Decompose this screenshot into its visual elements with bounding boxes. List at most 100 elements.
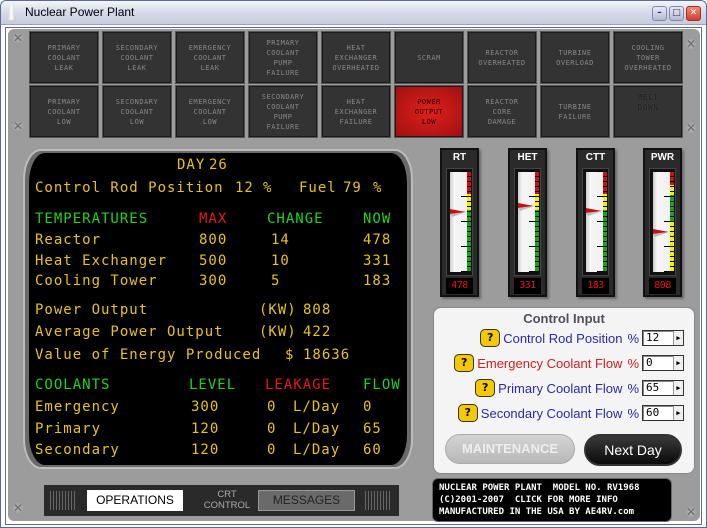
gauge-tick (535, 241, 539, 242)
gauge-tick (670, 186, 674, 187)
gauge-tube (649, 168, 676, 276)
alarm-light: Secondary Coolant Low (102, 85, 172, 138)
nameplate-line: (C)2001-2007 CLICK FOR MORE INFO (439, 495, 618, 505)
increment-arrow-icon[interactable]: ▶ (673, 356, 683, 370)
window-title: Nuclear Power Plant (25, 5, 135, 19)
control-input-row: ? Primary Coolant Flow% 65 ▶ (475, 378, 684, 398)
maximize-button[interactable]: □ (669, 6, 684, 21)
maintenance-button[interactable]: MAINTENANCE (445, 434, 575, 464)
next-day-button[interactable]: Next Day (584, 434, 682, 466)
gauge-tick (603, 256, 607, 257)
gauge-tick (603, 176, 607, 177)
gauge-label: HET (517, 152, 538, 163)
coolant-row-leakage: 0 (267, 399, 277, 415)
increment-arrow-icon[interactable]: ▶ (673, 331, 683, 345)
nameplate-line: NUCLEAR POWER PLANT MODEL NO. RV1968 (439, 483, 640, 493)
increment-arrow-icon[interactable]: ▶ (673, 406, 683, 420)
flow-header: FLOW (363, 377, 401, 393)
energy-value: 18636 (303, 347, 351, 363)
control-rod-label: Control Rod Position (35, 180, 224, 196)
temperatures-header: TEMPERATURES (35, 211, 149, 227)
gauge-tick (603, 241, 607, 242)
gauge-tick (535, 266, 539, 267)
increment-arrow-icon[interactable]: ▶ (673, 381, 683, 395)
day-label: DAY (177, 157, 206, 173)
alarm-light: Heat Exchanger Overheated (321, 31, 391, 84)
value-stepper[interactable]: 0 ▶ (642, 355, 684, 371)
gauge-tick (670, 216, 674, 217)
alarm-light: Secondary Coolant Pump Failure (248, 85, 318, 138)
coolant-row-level: 120 (191, 420, 220, 437)
cooling-tower-icon (7, 5, 16, 20)
gauge-label: CTT (585, 152, 606, 163)
crt-display: DAY 26 Control Rod Position 12 % Fuel 79… (29, 153, 407, 465)
gauge-tick (461, 171, 471, 172)
gauge-tick (603, 251, 607, 252)
gauge-tick (603, 186, 607, 187)
power-output-unit: (KW) (259, 302, 297, 318)
help-button[interactable]: ? (457, 404, 478, 422)
coolant-row-name: Secondary (35, 442, 120, 458)
alarm-light: Turbine Overload (540, 31, 610, 84)
gauge-tick (670, 181, 674, 182)
grill-decoration (50, 491, 76, 510)
gauge-tick (603, 201, 607, 202)
gauge-tick (467, 206, 471, 207)
tab-operations[interactable]: OPERATIONS (87, 490, 183, 511)
minimize-button[interactable]: – (652, 6, 667, 21)
gauge-pointer (450, 209, 466, 217)
alarm-light: Power Output Low (394, 85, 464, 138)
percent-unit: % (627, 355, 639, 371)
gauge-tick (603, 266, 607, 267)
gauge-pointer (586, 208, 602, 216)
gauge-readout: 478 (446, 278, 473, 294)
gauge-tick (664, 171, 674, 172)
close-button[interactable]: ✕ (686, 6, 701, 21)
screw-icon: ✕ (684, 121, 698, 135)
leakage-header: LEAKAGE (265, 377, 332, 393)
temp-row-name: Reactor (35, 232, 102, 248)
avg-power-label: Average Power Output (35, 324, 224, 340)
gauge-tick (535, 206, 539, 207)
title-bar[interactable]: Nuclear Power Plant – □ ✕ (1, 1, 706, 25)
gauge-tick (603, 236, 607, 237)
change-header: CHANGE (267, 211, 324, 227)
gauge-ctt: CTT 183 (576, 148, 615, 297)
gauge-tick (670, 251, 674, 252)
gauge-tick (597, 246, 607, 247)
gauge-tick (670, 176, 674, 177)
alarm-light: Primary Coolant Leak (29, 31, 99, 84)
gauge-tick (461, 271, 471, 272)
gauge-tick (603, 261, 607, 262)
gauge-tick (529, 171, 539, 172)
help-button[interactable]: ? (475, 379, 496, 397)
coolant-row-name: Primary (35, 420, 102, 437)
avg-power-value: 422 (303, 324, 332, 340)
coolant-row-flow: 60 (363, 442, 382, 458)
temp-row-name: Cooling Tower (35, 273, 158, 289)
percent-unit: % (627, 405, 639, 421)
stepper-value: 60 (646, 406, 660, 419)
crt-control-toggle[interactable]: CRT CONTROL (190, 489, 264, 511)
tab-messages[interactable]: MESSAGES (258, 490, 355, 511)
gauge-tick (535, 176, 539, 177)
gauge-tick (461, 221, 471, 222)
help-button[interactable]: ? (480, 329, 501, 347)
gauge-tick (603, 211, 607, 212)
stepper-value: 0 (646, 356, 653, 369)
gauge-tick (670, 236, 674, 237)
temp-row-max: 800 (199, 232, 228, 248)
gauge-tick (467, 231, 471, 232)
gauge-tick (461, 246, 471, 247)
value-stepper[interactable]: 65 ▶ (642, 380, 684, 396)
value-stepper[interactable]: 60 ▶ (642, 405, 684, 421)
day-value: 26 (209, 157, 228, 173)
help-button[interactable]: ? (454, 354, 475, 372)
gauge-tick (535, 231, 539, 232)
gauge-tick (664, 246, 674, 247)
gauge-tick (535, 251, 539, 252)
gauge-tick (597, 221, 607, 222)
value-stepper[interactable]: 12 ▶ (642, 330, 684, 346)
alarm-light: Emergency Coolant Low (175, 85, 245, 138)
nameplate-info-link[interactable]: NUCLEAR POWER PLANT MODEL NO. RV1968 (C)2… (432, 478, 672, 522)
